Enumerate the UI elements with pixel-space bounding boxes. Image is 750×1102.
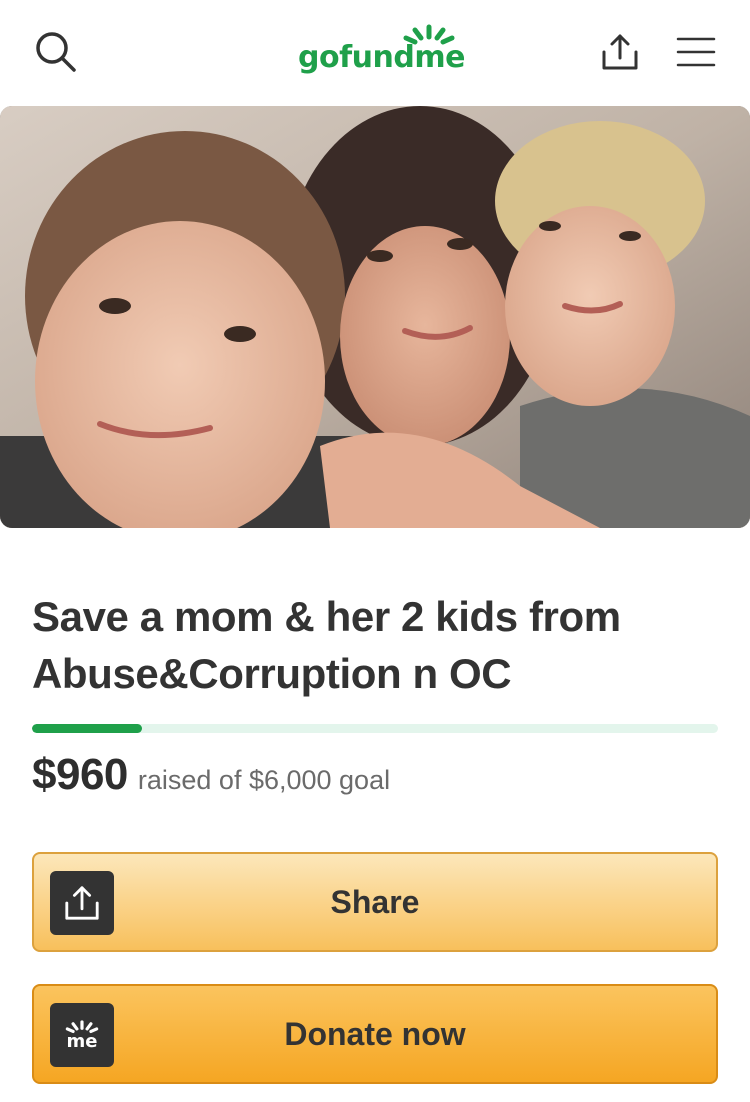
campaign-title: Save a mom & her 2 kids from Abuse&Corru…: [32, 593, 621, 697]
share-button-label: Share: [330, 883, 420, 920]
raised-amount: $960: [32, 750, 128, 799]
search-icon[interactable]: [28, 24, 84, 80]
share-icon[interactable]: [592, 24, 648, 80]
gofundme-logo[interactable]: gofundme: [280, 16, 470, 82]
gofundme-me-icon: me: [50, 1003, 114, 1067]
share-icon: [50, 871, 114, 935]
donate-now-button[interactable]: me Donate now: [32, 984, 718, 1084]
fundraising-progress-bar: [32, 724, 718, 733]
raised-summary: $960 raised of $6,000 goal: [32, 750, 390, 800]
campaign-hero-photo: [0, 106, 750, 528]
hamburger-menu-icon[interactable]: [668, 24, 724, 80]
logo-sun-icon: [403, 24, 455, 45]
donate-icon-text: me: [66, 1031, 98, 1052]
raised-goal-text: raised of $6,000 goal: [137, 765, 391, 795]
donate-button-label: Donate now: [284, 1015, 466, 1052]
share-button[interactable]: Share: [32, 852, 718, 952]
progress-fill: [32, 724, 142, 733]
top-nav-bar: gofundme: [0, 0, 750, 106]
